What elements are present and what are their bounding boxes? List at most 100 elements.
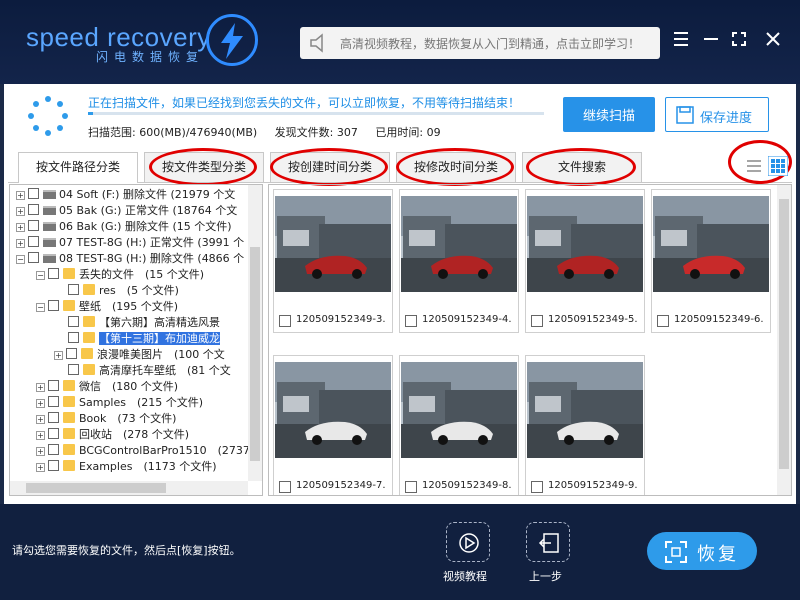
tree-item[interactable]: +07 TEST-8G (H:) 正常文件 (3991 个 [16,235,244,251]
grid-vertical-scrollbar[interactable] [777,185,791,495]
thumbnail-image[interactable] [527,362,643,458]
tree-item[interactable]: − 丢失的文件 (15 个文件) [36,267,204,283]
checkbox[interactable] [48,380,59,391]
folder-tree[interactable]: +04 Soft (F:) 删除文件 (21979 个文 +05 Bak (G:… [9,184,263,496]
grid-view-icon[interactable] [768,156,788,176]
checkbox[interactable] [66,348,77,359]
expand-icon[interactable]: + [36,447,45,456]
tab-by-modified[interactable]: 按修改时间分类 [396,152,516,182]
back-button[interactable] [526,522,570,562]
save-progress-button[interactable]: 保存进度 [665,97,769,132]
checkbox[interactable] [48,300,59,311]
close-icon[interactable] [762,30,784,52]
file-card[interactable]: 120509152349-6. [651,189,771,333]
collapse-icon[interactable]: − [36,303,45,312]
tree-item[interactable]: + Examples (1173 个文件) [36,459,217,475]
checkbox[interactable] [48,428,59,439]
checkbox[interactable] [28,220,39,231]
file-checkbox[interactable] [531,315,543,327]
checkbox[interactable] [48,460,59,471]
expand-icon[interactable]: + [36,463,45,472]
file-checkbox[interactable] [279,481,291,493]
tab-by-type[interactable]: 按文件类型分类 [144,152,264,182]
tutorial-search-box[interactable]: 高清视频教程，数据恢复从入门到精通，点击立即学习！ [300,27,660,59]
file-checkbox[interactable] [279,315,291,327]
thumbnail-image[interactable] [275,196,391,292]
expand-icon[interactable]: + [16,239,25,248]
thumbnail-image[interactable] [653,196,769,292]
continue-scan-button[interactable]: 继续扫描 [563,97,655,132]
maximize-icon[interactable] [728,30,750,52]
video-tutorial-button[interactable] [446,522,490,562]
tree-horizontal-scrollbar[interactable] [10,481,248,495]
tree-item[interactable]: res (5 个文件) [68,283,179,299]
tree-item[interactable]: +04 Soft (F:) 删除文件 (21979 个文 [16,187,235,203]
expand-icon[interactable]: + [36,399,45,408]
back-label: 上一步 [529,570,562,583]
scroll-thumb[interactable] [26,483,166,493]
tree-item[interactable]: − 08 TEST-8G (H:) 删除文件 (4866 个 [16,251,244,267]
tree-item[interactable]: + 浪漫唯美图片 (100 个文 [54,347,225,363]
list-view-icon[interactable] [744,156,764,176]
folder-icon [63,444,75,455]
thumbnail-image[interactable] [401,362,517,458]
tree-item-selected[interactable]: 【第十三期】布加迪威龙 [68,331,220,347]
file-card[interactable]: 120509152349-7. [273,355,393,495]
tree-vertical-scrollbar[interactable] [248,185,262,481]
checkbox[interactable] [48,412,59,423]
file-checkbox[interactable] [405,315,417,327]
thumbnail-image[interactable] [401,196,517,292]
checkbox[interactable] [48,396,59,407]
collapse-icon[interactable]: − [36,271,45,280]
tree-item[interactable]: + Samples (215 个文件) [36,395,203,411]
tree-item[interactable]: 【第六期】高清精选风景 [68,315,220,331]
scroll-thumb[interactable] [250,247,260,461]
checkbox[interactable] [48,268,59,279]
tree-item[interactable]: − 壁纸 (195 个文件) [36,299,178,315]
tree-item[interactable]: 高清摩托车壁纸 (81 个文 [68,363,231,379]
expand-icon[interactable]: + [16,223,25,232]
file-checkbox[interactable] [531,481,543,493]
file-checkbox[interactable] [657,315,669,327]
expand-icon[interactable]: + [36,383,45,392]
thumbnail-image[interactable] [275,362,391,458]
tree-item[interactable]: + Book (73 个文件) [36,411,176,427]
tree-item[interactable]: + 回收站 (278 个文件) [36,427,189,443]
expand-icon[interactable]: + [54,351,63,360]
tab-by-path[interactable]: 按文件路径分类 [18,152,138,183]
file-card[interactable]: 120509152349-9. [525,355,645,495]
tree-item[interactable]: +05 Bak (G:) 正常文件 (18764 个文 [16,203,237,219]
tree-item-label: Samples (215 个文件) [79,396,204,409]
file-card[interactable]: 120509152349-5. [525,189,645,333]
file-checkbox[interactable] [405,481,417,493]
tree-item[interactable]: +06 Bak (G:) 删除文件 (15 个文件) [16,219,232,235]
checkbox[interactable] [48,444,59,455]
main-panel: 正在扫描文件，如果已经找到您丢失的文件，可以立即恢复，不用等待扫描结束！ 扫描范… [4,84,796,504]
scroll-thumb[interactable] [779,199,789,469]
recover-button[interactable]: 恢复 [647,532,757,570]
tree-item[interactable]: + BCGControlBarPro1510 (2737 [36,443,250,459]
thumbnail-image[interactable] [527,196,643,292]
checkbox[interactable] [68,364,79,375]
menu-icon[interactable] [670,30,692,52]
expand-icon[interactable]: + [16,191,25,200]
checkbox[interactable] [68,284,79,295]
minimize-icon[interactable] [700,30,722,52]
file-card[interactable]: 120509152349-8. [399,355,519,495]
checkbox[interactable] [28,236,39,247]
expand-icon[interactable]: + [16,207,25,216]
expand-icon[interactable]: + [36,415,45,424]
expand-icon[interactable]: + [36,431,45,440]
checkbox[interactable] [28,188,39,199]
brand-logo-cn: 闪电数据恢复 [96,50,205,64]
tab-file-search[interactable]: 文件搜索 [522,152,642,182]
checkbox[interactable] [28,204,39,215]
tab-by-created[interactable]: 按创建时间分类 [270,152,390,182]
file-card[interactable]: 120509152349-4. [399,189,519,333]
checkbox[interactable] [68,316,79,327]
file-card[interactable]: 120509152349-3. [273,189,393,333]
tree-item[interactable]: + 微信 (180 个文件) [36,379,178,395]
checkbox[interactable] [68,332,79,343]
checkbox[interactable] [28,252,39,263]
collapse-icon[interactable]: − [16,255,25,264]
